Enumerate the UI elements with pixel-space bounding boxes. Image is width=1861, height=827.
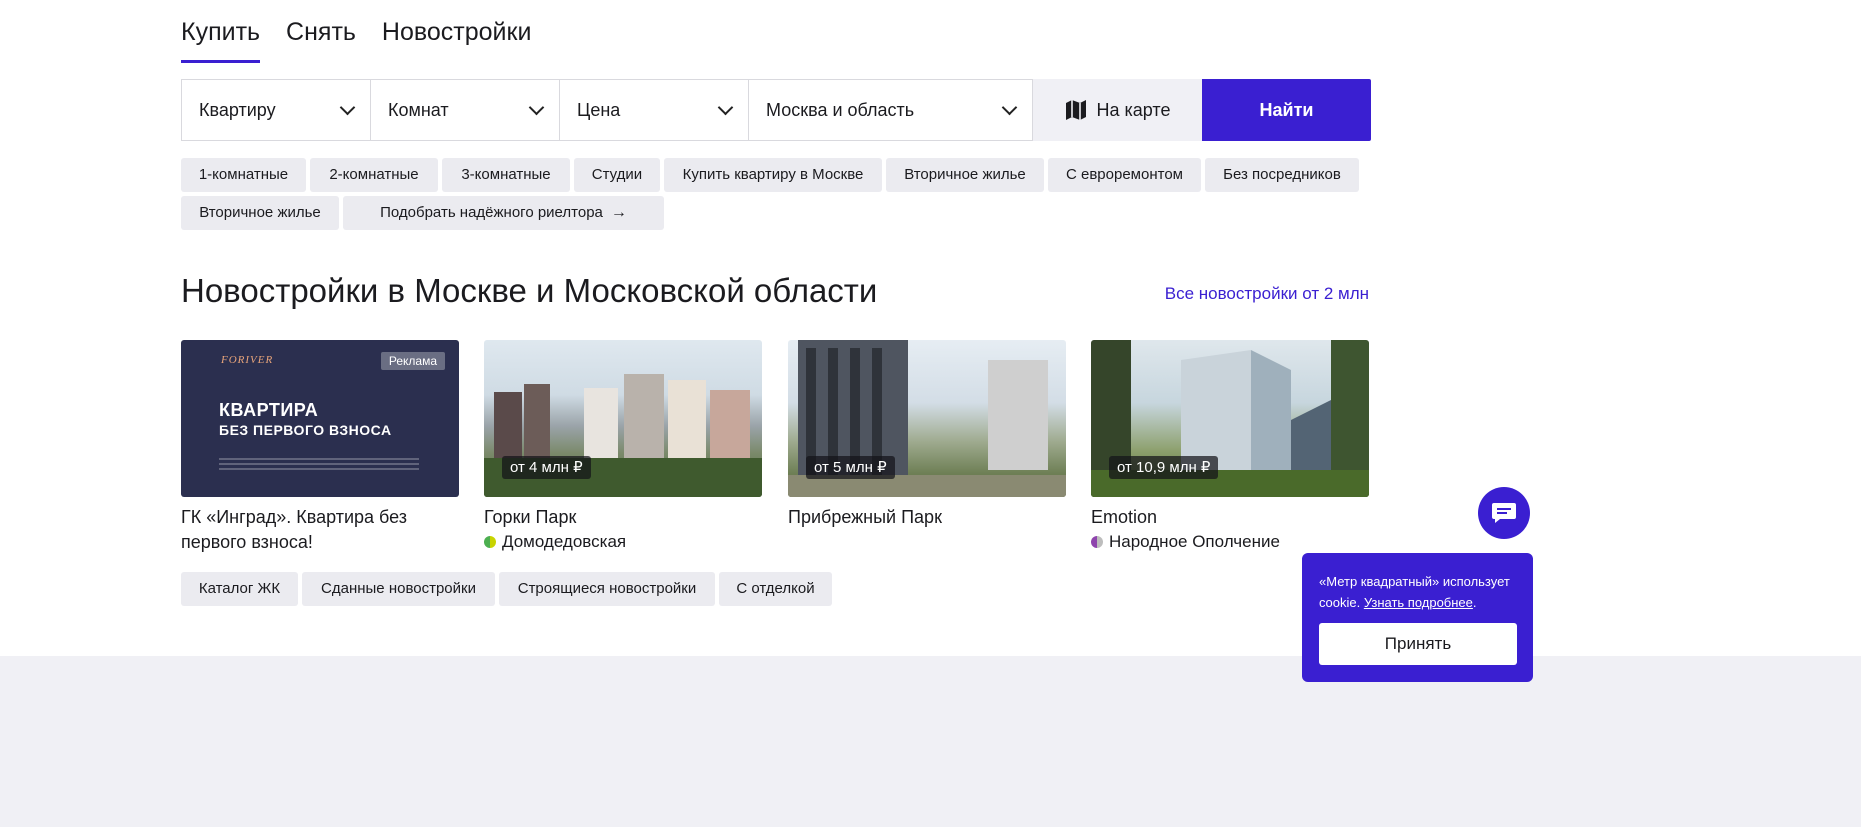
ad-banner: FORIVER Реклама КВАРТИРА БЕЗ ПЕРВОГО ВЗН… [181,340,459,497]
complex-photo: от 10,9 млн ₽ [1091,340,1369,497]
metro-name: Домодедовская [502,532,627,551]
complex-card[interactable]: от 4 млн ₽ Горки Парк Домодедовская [484,340,762,554]
chevron-down-icon [339,99,356,115]
price-value: Цена [577,99,621,120]
tab-rent[interactable]: Снять [286,14,356,63]
ad-card[interactable]: FORIVER Реклама КВАРТИРА БЕЗ ПЕРВОГО ВЗН… [181,340,459,555]
chevron-down-icon [1001,99,1018,115]
complex-photo: от 5 млн ₽ [788,340,1066,497]
map-icon [1065,100,1086,120]
catalog-chip[interactable]: Строящиеся новостройки [499,572,715,606]
cookie-text: «Метр квадратный» использует cookie. Узн… [1319,574,1510,610]
section-title: Новостройки в Москве и Московской област… [181,272,878,309]
filter-chip[interactable]: С евроремонтом [1048,158,1201,192]
tab-new-buildings[interactable]: Новостройки [382,14,532,63]
metro-line-icon [1091,536,1103,548]
price-select[interactable]: Цена [559,79,749,141]
realtor-chip-label: Подобрать надёжного риелтора [380,204,603,221]
tab-buy[interactable]: Купить [181,14,261,63]
filter-chip[interactable]: Без посредников [1205,158,1359,192]
region-value: Москва и область [766,99,915,120]
price-badge: от 5 млн ₽ [806,456,895,479]
card-title: Emotion [1091,507,1158,527]
map-button[interactable]: На карте [1033,79,1202,141]
cookie-more-link[interactable]: Узнать подробнее [1364,595,1473,610]
metro-station: Народное Ополчение [1091,530,1369,554]
chat-icon [1492,503,1516,523]
ad-fine-print [219,458,419,472]
filter-chip[interactable]: 3-комнатные [442,158,570,192]
filter-chip[interactable]: Вторичное жилье [181,196,339,230]
region-select[interactable]: Москва и область [748,79,1033,141]
filter-chip[interactable]: Студии [574,158,660,192]
filter-chip[interactable]: 1-комнатные [181,158,306,192]
find-button[interactable]: Найти [1202,79,1371,141]
price-badge: от 4 млн ₽ [502,456,591,479]
cookie-banner: «Метр квадратный» использует cookie. Узн… [1302,553,1533,682]
ad-heading: КВАРТИРА [219,400,319,420]
catalog-chip[interactable]: С отделкой [719,572,832,606]
ad-badge: Реклама [380,352,445,370]
accept-cookie-button[interactable]: Принять [1319,623,1517,665]
card-title: Горки Парк [484,507,577,527]
map-button-label: На карте [1096,99,1171,120]
card-title: ГК «Инград». Квартира без первого взноса… [181,507,407,552]
complex-card[interactable]: от 10,9 млн ₽ Emotion Народное Ополчение [1091,340,1369,554]
catalog-chip[interactable]: Каталог ЖК [181,572,298,606]
property-type-select[interactable]: Квартиру [181,79,371,141]
search-bar: Квартиру Комнат Цена Москва и область На… [181,79,1371,141]
footer-band [0,656,1861,827]
rooms-select[interactable]: Комнат [370,79,560,141]
price-badge: от 10,9 млн ₽ [1109,456,1219,479]
metro-line-icon [484,536,496,548]
arrow-right-icon: → [610,204,627,221]
deal-tabs: Купить Снять Новостройки [181,14,531,63]
complex-photo: от 4 млн ₽ [484,340,762,497]
rooms-value: Комнат [388,99,449,120]
realtor-chip[interactable]: Подобрать надёжного риелтора → [343,196,664,230]
all-new-buildings-link[interactable]: Все новостройки от 2 млн [1165,284,1369,304]
chevron-down-icon [528,99,545,115]
catalog-chip[interactable]: Сданные новостройки [302,572,495,606]
filter-chip[interactable]: 2-комнатные [310,158,438,192]
chat-button[interactable] [1478,487,1530,539]
filter-chip[interactable]: Купить квартиру в Москве [664,158,882,192]
metro-name: Народное Ополчение [1109,532,1280,551]
metro-station: Домодедовская [484,530,762,554]
property-type-value: Квартиру [199,99,276,120]
ad-subheading: БЕЗ ПЕРВОГО ВЗНОСА [219,422,392,438]
complex-card[interactable]: от 5 млн ₽ Прибрежный Парк [788,340,1066,530]
ad-logo: FORIVER [221,354,274,366]
card-title: Прибрежный Парк [788,507,942,527]
chevron-down-icon [717,99,734,115]
filter-chip[interactable]: Вторичное жилье [886,158,1044,192]
